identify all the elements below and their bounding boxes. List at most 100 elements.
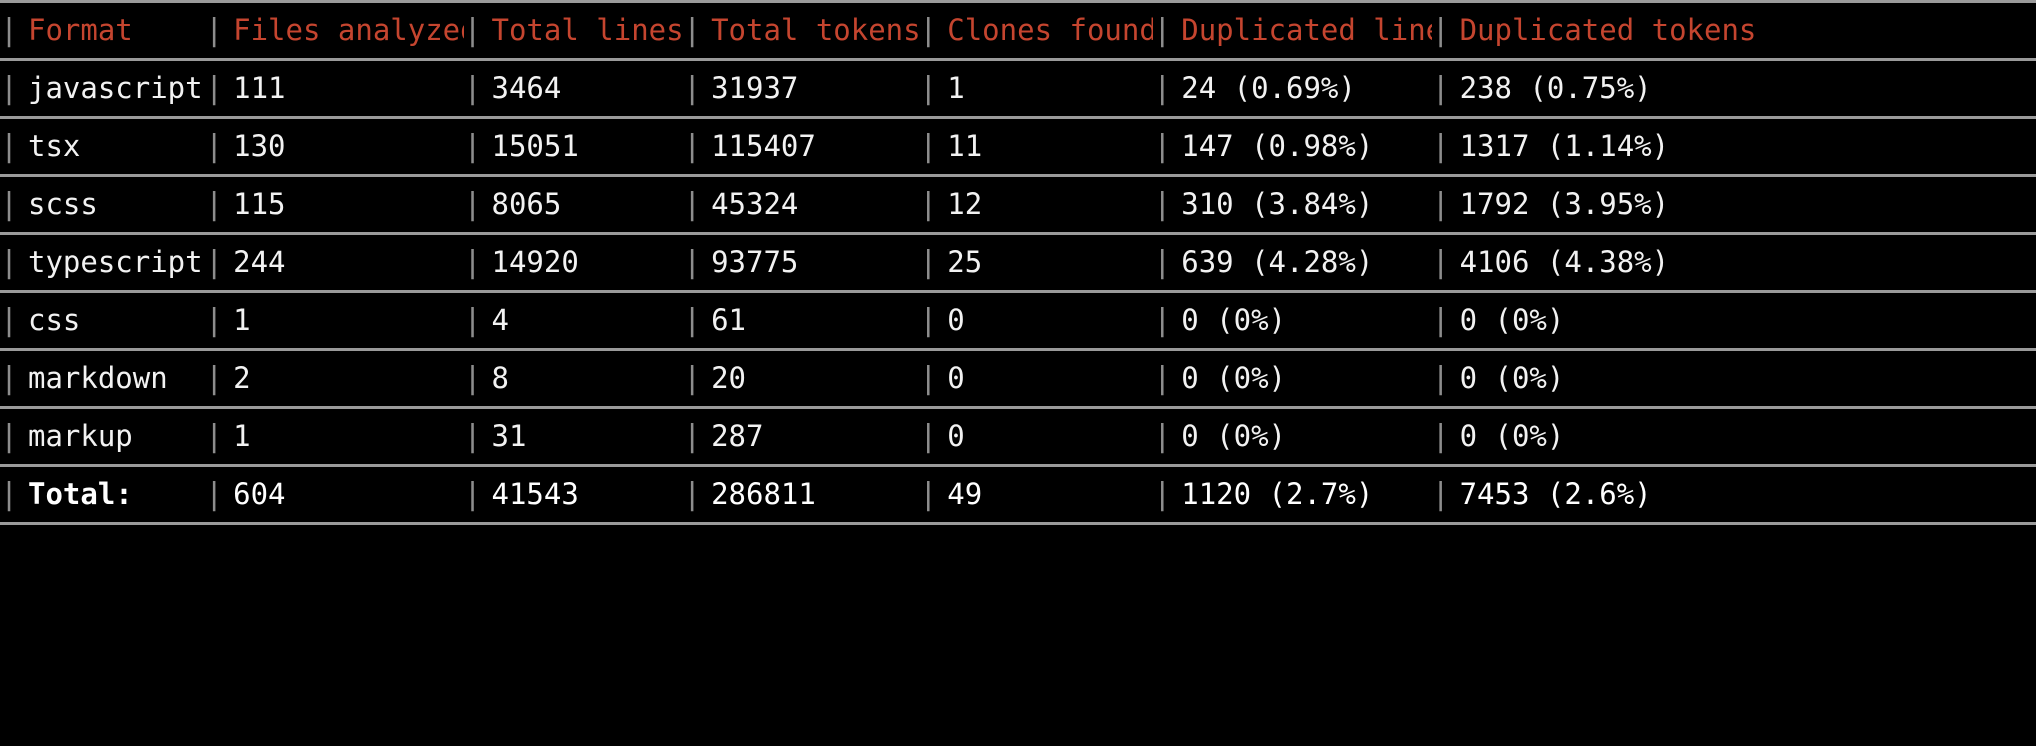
- column-separator-pipe: |: [0, 302, 19, 338]
- column-separator-pipe: |: [463, 360, 482, 396]
- column-separator-pipe: |: [1153, 128, 1172, 164]
- cell-format-text: markdown: [28, 361, 168, 395]
- cell-format: | scss: [0, 177, 205, 232]
- column-header-total-lines-text: Total lines: [491, 13, 684, 47]
- total-total-lines: | 41543: [464, 467, 684, 522]
- cell-format: | tsx: [0, 119, 205, 174]
- cell-format: | typescript: [0, 235, 205, 290]
- cell-duplicated-tokens-text: 0 (0%): [1459, 419, 1565, 453]
- total-duplicated-tokens: | 7453 (2.6%): [1432, 467, 2036, 522]
- column-separator-pipe: |: [1431, 360, 1450, 396]
- table-row: | tsx | 130 | 15051 | 115407 | 11 | 147 (0.98%) | 131…: [0, 119, 2036, 174]
- cell-duplicated-tokens: | 4106 (4.38%): [1432, 235, 2036, 290]
- cell-duplicated-lines-text: 0 (0%): [1181, 419, 1287, 453]
- cell-clones-found-text: 0: [947, 303, 965, 337]
- cell-total-tokens-text: 20: [711, 361, 746, 395]
- column-separator-pipe: |: [0, 476, 19, 512]
- cell-duplicated-lines: | 310 (3.84%): [1153, 177, 1431, 232]
- cell-duplicated-lines-text: 147 (0.98%): [1181, 129, 1374, 163]
- column-header-files-analyzed: | Files analyzed: [205, 3, 463, 58]
- column-separator-pipe: |: [0, 12, 19, 48]
- column-header-duplicated-tokens-text: Duplicated tokens: [1459, 13, 1757, 47]
- cell-format-text: css: [28, 303, 81, 337]
- total-duplicated-lines-text: 1120 (2.7%): [1181, 477, 1374, 511]
- total-format: | Total:: [0, 467, 205, 522]
- cell-total-lines: | 4: [464, 293, 684, 348]
- column-separator-pipe: |: [683, 476, 702, 512]
- column-separator-pipe: |: [1153, 186, 1172, 222]
- cell-format-text: typescript: [28, 245, 203, 279]
- cell-clones-found-text: 0: [947, 361, 965, 395]
- cell-clones-found-text: 1: [947, 71, 965, 105]
- column-separator-pipe: |: [205, 244, 224, 280]
- cell-duplicated-lines: | 0 (0%): [1153, 293, 1431, 348]
- total-format-text: Total:: [28, 477, 133, 511]
- cell-total-lines: | 31: [464, 409, 684, 464]
- column-separator-pipe: |: [919, 476, 938, 512]
- column-separator-pipe: |: [463, 302, 482, 338]
- cell-duplicated-tokens: | 0 (0%): [1432, 293, 2036, 348]
- table-row: | markup | 1 | 31 | 287 | 0 | 0 (0%) | 0 (0%): [0, 409, 2036, 464]
- cell-format-text: javascript: [28, 71, 203, 105]
- column-separator-pipe: |: [1153, 12, 1172, 48]
- column-separator-pipe: |: [1153, 244, 1172, 280]
- cell-duplicated-lines-text: 0 (0%): [1181, 361, 1287, 395]
- column-header-duplicated-lines: | Duplicated lines: [1153, 3, 1431, 58]
- total-clones-found: | 49: [919, 467, 1153, 522]
- cell-total-lines-text: 15051: [491, 129, 579, 163]
- cell-files-analyzed-text: 2: [233, 361, 251, 395]
- cell-duplicated-lines-text: 24 (0.69%): [1181, 71, 1356, 105]
- cell-total-lines-text: 14920: [491, 245, 579, 279]
- column-separator-pipe: |: [463, 186, 482, 222]
- cell-format-text: scss: [28, 187, 98, 221]
- total-duplicated-tokens-text: 7453 (2.6%): [1459, 477, 1652, 511]
- column-separator-pipe: |: [919, 12, 938, 48]
- cell-total-tokens-text: 115407: [711, 129, 816, 163]
- column-header-duplicated-tokens: | Duplicated tokens: [1432, 3, 2036, 58]
- column-separator-pipe: |: [919, 360, 938, 396]
- column-separator-pipe: |: [1431, 186, 1450, 222]
- total-total-tokens-text: 286811: [711, 477, 816, 511]
- cell-files-analyzed: | 111: [205, 61, 463, 116]
- column-separator-pipe: |: [919, 418, 938, 454]
- cell-clones-found-text: 11: [947, 129, 983, 163]
- column-separator-pipe: |: [463, 244, 482, 280]
- cell-total-tokens-text: 287: [711, 419, 764, 453]
- column-separator-pipe: |: [1431, 418, 1450, 454]
- column-header-total-tokens: | Total tokens: [683, 3, 919, 58]
- column-separator-pipe: |: [205, 12, 224, 48]
- cell-files-analyzed-text: 115: [233, 187, 286, 221]
- column-separator-pipe: |: [1431, 128, 1450, 164]
- cell-duplicated-tokens: | 1317 (1.14%): [1432, 119, 2036, 174]
- cell-files-analyzed: | 244: [205, 235, 463, 290]
- column-header-total-tokens-text: Total tokens: [711, 13, 920, 47]
- cell-clones-found-text: 0: [947, 419, 965, 453]
- column-separator-pipe: |: [205, 302, 224, 338]
- column-separator-pipe: |: [0, 70, 19, 106]
- column-separator-pipe: |: [0, 186, 19, 222]
- column-separator-pipe: |: [1431, 12, 1450, 48]
- cell-duplicated-tokens: | 0 (0%): [1432, 409, 2036, 464]
- column-separator-pipe: |: [683, 302, 702, 338]
- cell-duplicated-lines: | 0 (0%): [1153, 409, 1431, 464]
- table-row: | typescript | 244 | 14920 | 93775 | 25 | 639 (4.28…: [0, 235, 2036, 290]
- total-total-lines-text: 41543: [491, 477, 579, 511]
- column-separator-pipe: |: [1431, 70, 1450, 106]
- cell-total-tokens: | 31937: [683, 61, 919, 116]
- cell-total-tokens-text: 93775: [711, 245, 799, 279]
- column-separator-pipe: |: [1153, 418, 1172, 454]
- cell-total-tokens-text: 61: [711, 303, 746, 337]
- cell-total-tokens: | 93775: [683, 235, 919, 290]
- total-total-tokens: | 286811: [683, 467, 919, 522]
- cell-duplicated-tokens-text: 1792 (3.95%): [1459, 187, 1670, 221]
- column-separator-pipe: |: [463, 476, 482, 512]
- cell-total-lines-text: 8065: [491, 187, 562, 221]
- cell-format: | css: [0, 293, 205, 348]
- column-separator-pipe: |: [463, 70, 482, 106]
- column-header-format-text: Format: [28, 13, 133, 47]
- cell-files-analyzed-text: 1: [233, 419, 251, 453]
- cell-clones-found: | 0: [919, 351, 1153, 406]
- column-separator-pipe: |: [205, 476, 224, 512]
- cell-duplicated-lines-text: 0 (0%): [1181, 303, 1287, 337]
- total-files-analyzed: | 604: [205, 467, 463, 522]
